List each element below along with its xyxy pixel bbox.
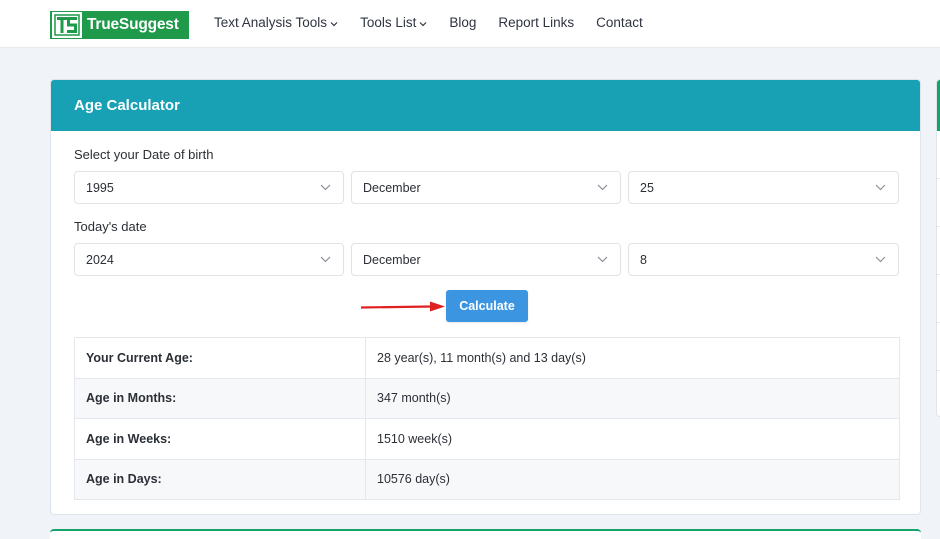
nav-contact[interactable]: Contact — [596, 15, 643, 30]
table-row: Your Current Age: 28 year(s), 11 month(s… — [74, 337, 900, 379]
nav-link-label: Blog — [449, 15, 477, 30]
select-value: December — [363, 180, 421, 195]
nav-link-label: Contact — [596, 15, 643, 30]
results-table: Your Current Age: 28 year(s), 11 month(s… — [74, 337, 900, 500]
nav-text-analysis-tools[interactable]: Text Analysis Tools — [214, 15, 338, 30]
red-annotation-arrow-icon — [360, 301, 445, 312]
result-value: 28 year(s), 11 month(s) and 13 day(s) — [365, 337, 900, 379]
logo-text: TrueSuggest — [87, 16, 179, 33]
dob-year-select[interactable]: 1995 — [74, 171, 344, 204]
result-label: Age in Months: — [74, 377, 366, 419]
age-calculator-card: Age Calculator Select your Date of birth… — [50, 79, 921, 515]
nav-link-label: Tools List — [360, 15, 417, 30]
card-title: Age Calculator — [74, 97, 180, 114]
today-label: Today's date — [74, 219, 147, 234]
nav-tools-list[interactable]: Tools List — [360, 15, 427, 30]
dob-month-select[interactable]: December — [351, 171, 621, 204]
dob-label: Select your Date of birth — [74, 147, 214, 162]
chevron-down-icon — [875, 256, 886, 263]
nav-report-links[interactable]: Report Links — [498, 15, 574, 30]
result-label: Your Current Age: — [74, 337, 366, 379]
table-row: Age in Days: 10576 day(s) — [74, 458, 900, 500]
ts-logo-mark-icon — [52, 12, 82, 38]
chevron-down-icon — [320, 184, 331, 191]
chevron-down-icon — [330, 21, 338, 26]
today-year-select[interactable]: 2024 — [74, 243, 344, 276]
chevron-down-icon — [597, 256, 608, 263]
top-navbar: TrueSuggest Text Analysis Tools Tools Li… — [0, 0, 940, 48]
table-row: Age in Weeks: 1510 week(s) — [74, 418, 900, 460]
result-label: Age in Days: — [74, 458, 366, 500]
calculate-button[interactable]: Calculate — [446, 290, 528, 322]
result-value: 347 month(s) — [365, 377, 900, 419]
result-label: Age in Weeks: — [74, 418, 366, 460]
result-value: 10576 day(s) — [365, 458, 900, 500]
nav-link-label: Report Links — [498, 15, 575, 30]
select-value: 8 — [640, 252, 647, 267]
main-nav: Text Analysis Tools Tools List Blog Repo… — [214, 15, 665, 30]
nav-blog[interactable]: Blog — [449, 15, 476, 30]
today-month-select[interactable]: December — [351, 243, 621, 276]
dob-day-select[interactable]: 25 — [628, 171, 899, 204]
select-value: 1995 — [86, 180, 114, 195]
select-value: 2024 — [86, 252, 114, 267]
chevron-down-icon — [320, 256, 331, 263]
sidebar-card-partial — [936, 79, 940, 417]
result-value: 1510 week(s) — [365, 418, 900, 460]
nav-link-label: Text Analysis Tools — [214, 15, 328, 30]
card-header: Age Calculator — [51, 80, 920, 131]
select-value: December — [363, 252, 421, 267]
truesuggest-logo[interactable]: TrueSuggest — [50, 11, 189, 39]
chevron-down-icon — [419, 21, 427, 26]
today-day-select[interactable]: 8 — [628, 243, 899, 276]
chevron-down-icon — [597, 184, 608, 191]
table-row: Age in Months: 347 month(s) — [74, 377, 900, 419]
chevron-down-icon — [875, 184, 886, 191]
select-value: 25 — [640, 180, 654, 195]
